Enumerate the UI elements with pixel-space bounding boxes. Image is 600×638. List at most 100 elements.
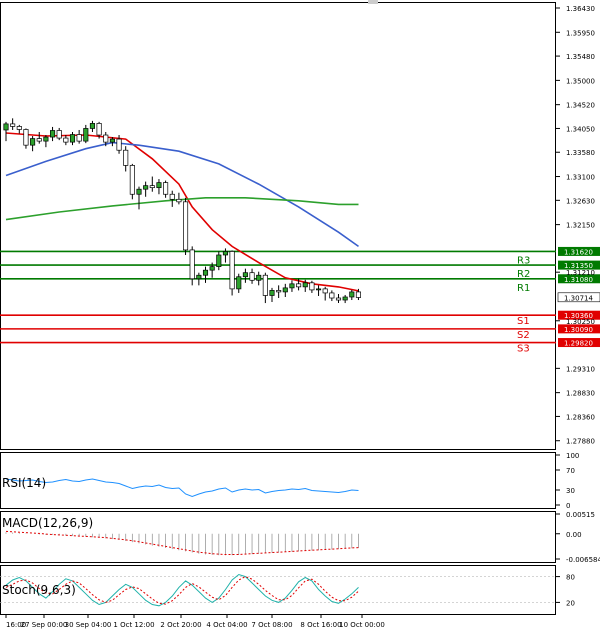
candle-body	[309, 282, 315, 291]
candle-body	[96, 123, 102, 136]
rsi-label: RSI(14)	[2, 476, 46, 490]
candle-body	[196, 274, 202, 280]
y-tick-label: 1.33100	[566, 174, 595, 182]
candle-body	[329, 292, 335, 299]
candle-body	[342, 296, 348, 301]
y-tick-label: 1.32630	[566, 197, 595, 205]
x-tick-label: 8 Oct 16:00	[300, 621, 341, 629]
candle-body	[236, 276, 242, 290]
rsi-tick-label: 0	[566, 502, 570, 510]
candle-body	[202, 269, 209, 276]
candle-body	[256, 274, 262, 281]
level-name-r1: R1	[517, 283, 530, 294]
candle-body	[316, 288, 322, 291]
y-tick-label: 1.28830	[566, 390, 595, 398]
candle-body	[123, 149, 129, 166]
macd-tick-label: 0.00515	[566, 511, 595, 519]
y-tick-label: 1.31210	[566, 269, 595, 277]
candle-body	[16, 126, 22, 130]
trading-chart: R31.31620R21.31350R11.31080S1 1.30360S2 1.…	[0, 0, 600, 634]
candle-body	[156, 182, 162, 189]
candle-body	[23, 129, 29, 146]
candle-body	[56, 130, 62, 139]
macd-tick-label: -0.006584	[566, 556, 600, 564]
y-tick-label: 1.35000	[566, 77, 595, 85]
candle-body	[242, 272, 248, 278]
stoch-label: Stoch(9,6,3)	[2, 583, 76, 597]
y-tick-label: 1.35950	[566, 29, 595, 37]
candle-body	[83, 128, 89, 142]
candle-body	[149, 185, 155, 189]
candle-body	[89, 123, 96, 129]
x-tick-label: 2 Oct 20:00	[160, 621, 201, 629]
candle-body	[222, 251, 229, 256]
y-tick-label: 1.34050	[566, 125, 595, 133]
candle-body	[355, 291, 362, 298]
y-tick-label: 1.34520	[566, 102, 595, 110]
stoch-tick-label: 20	[566, 599, 575, 607]
candle-body	[143, 185, 149, 190]
candle-body	[103, 134, 109, 143]
candle-body	[43, 136, 49, 142]
candle-body	[176, 198, 182, 203]
candle-body	[109, 138, 115, 143]
y-tick-label: 1.27880	[566, 438, 595, 446]
level-name-s1: S1	[517, 316, 530, 327]
candle-body	[322, 288, 328, 294]
y-tick-label: 1.36430	[566, 5, 595, 13]
candle-body	[216, 254, 222, 267]
y-tick-label: 1.33580	[566, 149, 595, 157]
y-tick-label: 1.29310	[566, 365, 595, 373]
candle-body	[183, 201, 189, 251]
candle-body	[10, 123, 16, 127]
y-tick-label: 1.30250	[566, 318, 595, 326]
candle-body	[335, 297, 342, 301]
candle-body	[189, 249, 195, 280]
candle-body	[269, 290, 275, 296]
candle	[129, 163, 135, 200]
y-tick-label: 1.28360	[566, 413, 595, 421]
level-name-s2: S2	[517, 330, 530, 341]
candle	[183, 197, 189, 255]
candle-body	[63, 137, 69, 143]
candle-body	[296, 283, 302, 288]
x-tick-label: 4 Oct 04:00	[206, 621, 247, 629]
x-tick-label: 30 Sep 04:00	[65, 621, 112, 629]
candle-body	[3, 123, 9, 131]
macd-label: MACD(12,26,9)	[2, 516, 93, 530]
candle-body	[163, 182, 169, 195]
candle-body	[129, 165, 135, 195]
candle-body	[209, 266, 215, 271]
x-tick-label: 10 Oct 00:00	[339, 621, 385, 629]
candle-body	[302, 282, 308, 288]
macd-tick-label: 0.00	[566, 531, 582, 539]
y-tick-label: 1.35480	[566, 53, 595, 61]
stoch-tick-label: 80	[566, 574, 575, 582]
candle-body	[229, 251, 235, 290]
rsi-tick-label: 100	[566, 452, 579, 460]
level-price-label: 1.30090	[564, 326, 593, 334]
candle-body	[282, 287, 288, 293]
candle-body	[349, 291, 355, 298]
candle-body	[30, 138, 36, 146]
rsi-tick-label: 30	[566, 487, 575, 495]
candle-body	[249, 272, 255, 281]
candle-body	[49, 130, 56, 138]
level-name-s3: S3	[517, 344, 530, 355]
candle-body	[289, 283, 295, 289]
candle-body	[276, 290, 282, 293]
current-price-label: 1.30714	[564, 294, 593, 302]
x-tick-label: 7 Oct 08:00	[251, 621, 292, 629]
candle-body	[169, 193, 175, 200]
candle-body	[69, 134, 76, 143]
top-scroll-marker	[368, 0, 378, 4]
x-tick-label: 27 Sep 00:00	[21, 621, 68, 629]
rsi-tick-label: 70	[566, 467, 575, 475]
x-tick-label: 1 Oct 12:00	[113, 621, 154, 629]
candle-body	[36, 138, 42, 142]
candle-body	[76, 134, 82, 142]
candle-body	[262, 274, 268, 296]
candle-body	[136, 188, 142, 195]
y-tick-label: 1.32150	[566, 222, 595, 230]
candle	[229, 250, 235, 296]
